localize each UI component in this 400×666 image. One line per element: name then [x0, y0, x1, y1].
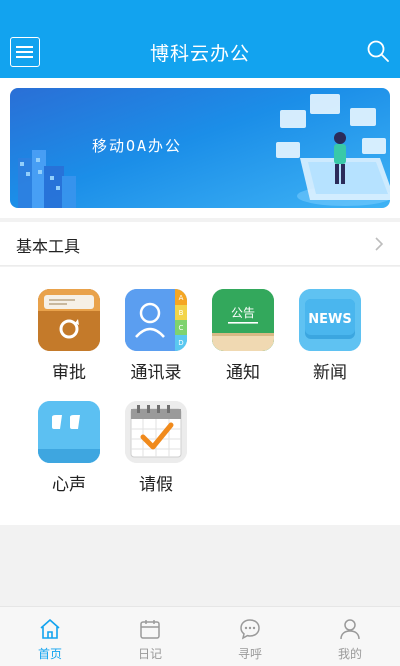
basic-tools-header[interactable]: 基本工具	[0, 222, 400, 266]
top-app-bar: 博科云办公	[0, 0, 400, 78]
approval-icon	[38, 289, 100, 351]
notice-board-icon: 公告	[212, 289, 274, 351]
tool-label: 心声	[52, 475, 86, 495]
tool-label: 请假	[139, 475, 173, 495]
nav-label: 我的	[337, 647, 362, 661]
contacts-tab-d: D	[178, 339, 183, 347]
contacts-tab-a: A	[179, 294, 184, 302]
tool-contacts[interactable]: A B C D 通讯录	[116, 289, 196, 399]
nav-chat[interactable]: 寻呼	[200, 607, 300, 666]
notice-icon-text: 公告	[231, 306, 255, 320]
contacts-tab-c: C	[179, 324, 184, 332]
tool-label: 通讯录	[130, 363, 182, 383]
banner-caption: 移动OA办公	[92, 137, 183, 155]
quote-bubble-icon	[38, 401, 100, 463]
tool-label: 新闻	[313, 363, 347, 383]
nav-diary[interactable]: 日记	[100, 607, 200, 666]
chevron-right-icon	[375, 237, 384, 251]
home-icon	[40, 619, 60, 639]
tool-label: 通知	[226, 363, 260, 383]
tool-label: 审批	[52, 363, 86, 383]
tool-approval[interactable]: 审批	[29, 289, 109, 399]
news-icon-text: NEWS	[308, 312, 351, 327]
contacts-tab-b: B	[179, 309, 184, 317]
user-icon	[340, 619, 360, 640]
diary-icon	[140, 620, 160, 639]
banner-container: 移动OA办公	[0, 78, 400, 218]
tool-notice[interactable]: 公告 通知	[203, 289, 283, 399]
nav-home[interactable]: 首页	[0, 607, 100, 666]
search-icon[interactable]	[366, 39, 390, 63]
chat-bubble-icon	[240, 619, 260, 640]
nav-label: 寻呼	[237, 647, 262, 661]
tool-leave[interactable]: 请假	[116, 401, 196, 511]
section-title: 基本工具	[16, 237, 81, 256]
nav-label: 首页	[37, 647, 62, 661]
nav-label: 日记	[137, 647, 162, 661]
calendar-check-icon	[125, 401, 187, 463]
tool-news[interactable]: NEWS 新闻	[290, 289, 370, 399]
promo-banner[interactable]: 移动OA办公	[10, 88, 390, 208]
nav-profile[interactable]: 我的	[300, 607, 400, 666]
bottom-navigation: 首页 日记 寻呼 我的	[0, 606, 400, 666]
news-icon: NEWS	[299, 289, 361, 351]
contacts-icon: A B C D	[125, 289, 187, 351]
tools-grid: 审批 A B C D 通讯录 公告 通知 NEWS 新闻 心声 请假	[0, 267, 400, 525]
banner-illustration	[18, 94, 390, 208]
tool-voice[interactable]: 心声	[29, 401, 109, 511]
app-title: 博科云办公	[149, 43, 250, 65]
